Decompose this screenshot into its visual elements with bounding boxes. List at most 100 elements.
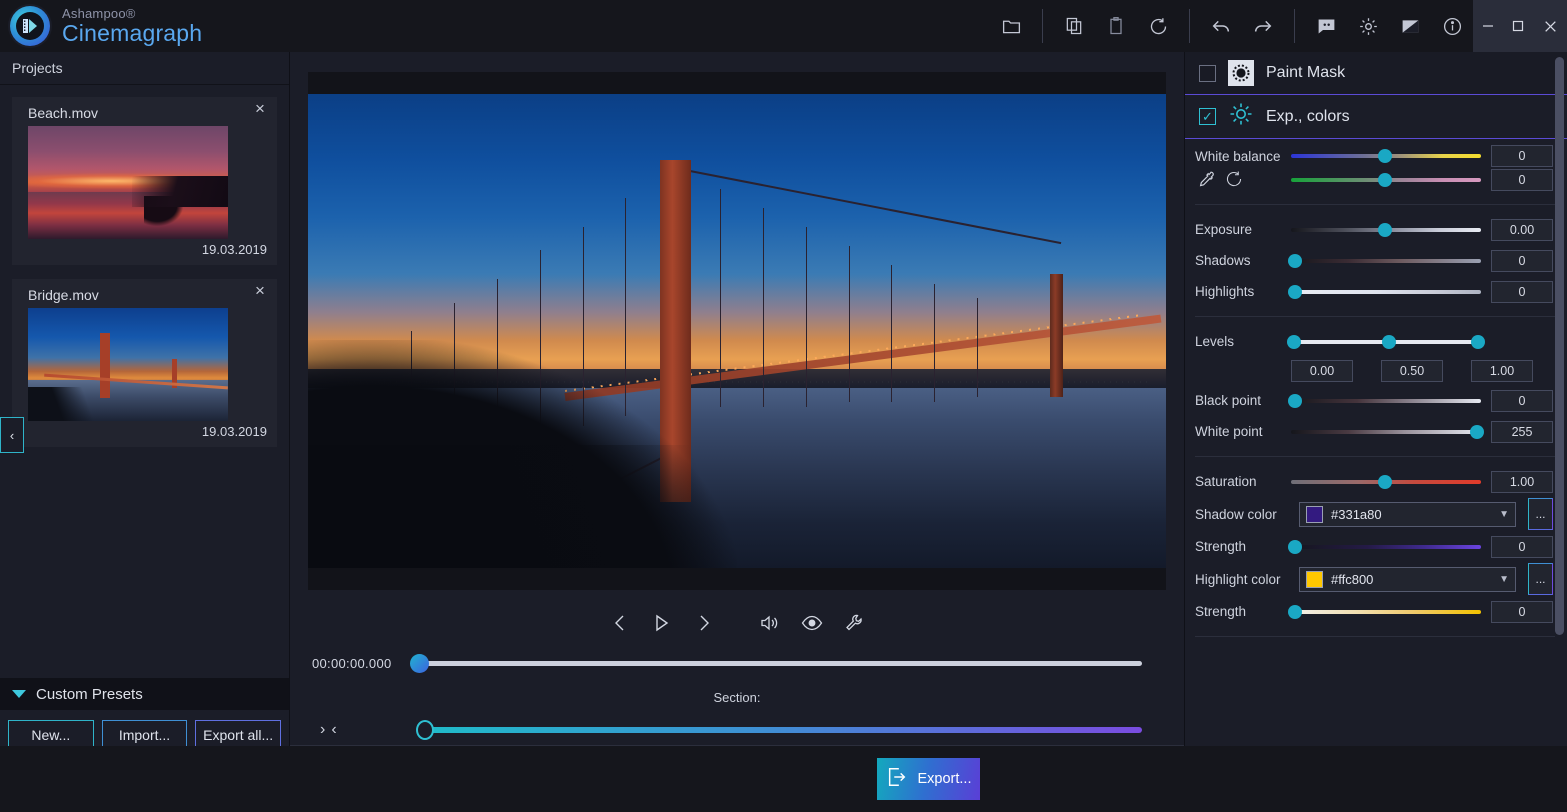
info-icon[interactable] <box>1431 0 1473 52</box>
slider-handle[interactable] <box>1288 605 1302 619</box>
custom-presets-buttons: New... Import... Export all... <box>0 710 289 750</box>
saturation-value[interactable]: 1.00 <box>1491 471 1553 493</box>
slider-handle[interactable] <box>1378 475 1392 489</box>
minimize-icon[interactable] <box>1473 0 1503 52</box>
section-start-marker-icon[interactable]: ‹ <box>331 721 336 739</box>
volume-icon[interactable] <box>756 609 784 637</box>
exposure-slider[interactable] <box>1291 228 1481 232</box>
shadow-strength-value[interactable]: 0 <box>1491 536 1553 558</box>
highlight-color-more-button[interactable]: ... <box>1528 563 1553 595</box>
play-icon[interactable] <box>648 609 676 637</box>
levels-black-value[interactable]: 0.00 <box>1291 360 1353 382</box>
shadow-strength-slider[interactable] <box>1291 545 1481 549</box>
white-balance-tint-slider[interactable] <box>1291 178 1481 182</box>
exp-colors-checkbox[interactable]: ✓ <box>1199 108 1216 125</box>
feedback-icon[interactable] <box>1305 0 1347 52</box>
exposure-value[interactable]: 0.00 <box>1491 219 1553 241</box>
export-button[interactable]: Export... <box>877 758 980 800</box>
chevron-down-icon[interactable]: ▼ <box>1499 509 1509 520</box>
highlights-label: Highlights <box>1195 284 1291 299</box>
divider-2 <box>1195 316 1555 317</box>
undo-icon[interactable] <box>1200 0 1242 52</box>
slider-handle[interactable] <box>1378 223 1392 237</box>
slider-handle[interactable] <box>1288 540 1302 554</box>
exposure-row: Exposure 0.00 <box>1185 214 1567 245</box>
paint-mask-checkbox[interactable] <box>1199 65 1216 82</box>
slider-handle[interactable] <box>1288 394 1302 408</box>
reset-icon[interactable] <box>1137 0 1179 52</box>
section-start-handle[interactable] <box>416 720 434 740</box>
slider-handle[interactable] <box>1288 254 1302 268</box>
section-range-slider[interactable] <box>418 727 1142 733</box>
white-point-value[interactable]: 255 <box>1491 421 1553 443</box>
shadows-value[interactable]: 0 <box>1491 250 1553 272</box>
slider-handle[interactable] <box>1470 425 1484 439</box>
saturation-slider[interactable] <box>1291 480 1481 484</box>
export-icon <box>886 766 908 792</box>
playhead-handle[interactable] <box>410 654 429 673</box>
black-point-value[interactable]: 0 <box>1491 390 1553 412</box>
highlights-value[interactable]: 0 <box>1491 281 1553 303</box>
levels-white-value[interactable]: 1.00 <box>1471 360 1533 382</box>
black-point-label: Black point <box>1195 393 1291 408</box>
maximize-icon[interactable] <box>1503 0 1533 52</box>
levels-row: Levels <box>1185 326 1567 357</box>
slider-handle[interactable] <box>1378 173 1392 187</box>
close-icon[interactable] <box>1533 0 1567 52</box>
levels-gamma-value[interactable]: 0.50 <box>1381 360 1443 382</box>
levels-slider[interactable] <box>1291 340 1481 344</box>
levels-black-handle[interactable] <box>1287 335 1301 349</box>
project-card-bridge[interactable]: Bridge.mov × 19.03.2019 <box>12 279 277 447</box>
highlight-strength-value[interactable]: 0 <box>1491 601 1553 623</box>
highlight-strength-slider[interactable] <box>1291 610 1481 614</box>
levels-gamma-handle[interactable] <box>1382 335 1396 349</box>
custom-presets-header[interactable]: Custom Presets <box>0 678 289 710</box>
close-icon[interactable]: × <box>251 100 269 118</box>
next-frame-icon[interactable] <box>690 609 718 637</box>
contrast-icon[interactable] <box>1389 0 1431 52</box>
highlight-color-label: Highlight color <box>1195 572 1291 587</box>
eyedropper-icon[interactable] <box>1197 170 1215 191</box>
highlight-color-select[interactable]: #ffc800 ▼ <box>1299 567 1516 592</box>
saturation-label: Saturation <box>1195 474 1291 489</box>
exp-colors-header[interactable]: ✓ Exp., colors <box>1185 95 1567 139</box>
sidebar-collapse-button[interactable]: ‹ <box>0 417 24 453</box>
white-balance-temp-slider[interactable] <box>1291 154 1481 158</box>
black-point-slider[interactable] <box>1291 399 1481 403</box>
levels-white-handle[interactable] <box>1471 335 1485 349</box>
slider-handle[interactable] <box>1288 285 1302 299</box>
timeline-scrubber[interactable] <box>412 661 1142 666</box>
shadows-slider[interactable] <box>1291 259 1481 263</box>
exposure-label: Exposure <box>1195 222 1291 237</box>
section-label: Section: <box>308 688 1166 705</box>
previous-frame-icon[interactable] <box>606 609 634 637</box>
section-range-block: Section: › ‹ <box>308 688 1166 744</box>
section-end-marker-icon[interactable]: › <box>320 721 325 739</box>
shadow-color-more-button[interactable]: ... <box>1528 498 1553 530</box>
paste-icon[interactable] <box>1095 0 1137 52</box>
levels-label: Levels <box>1195 334 1291 349</box>
preview-eye-icon[interactable] <box>798 609 826 637</box>
shadows-row: Shadows 0 <box>1185 245 1567 276</box>
tools-wrench-icon[interactable] <box>840 609 868 637</box>
bottom-bar: Export... <box>0 746 1567 812</box>
close-icon[interactable]: × <box>251 282 269 300</box>
chevron-down-icon[interactable]: ▼ <box>1499 574 1509 585</box>
white-balance-reset-icon[interactable] <box>1225 170 1243 191</box>
paint-mask-header[interactable]: Paint Mask <box>1185 52 1567 95</box>
project-date: 19.03.2019 <box>20 421 269 441</box>
effects-panel-scrollbar[interactable] <box>1555 57 1564 635</box>
open-folder-icon[interactable] <box>990 0 1032 52</box>
project-card-beach[interactable]: Beach.mov × 19.03.2019 <box>12 97 277 265</box>
highlight-color-row: Highlight color #ffc800 ▼ ... <box>1185 562 1567 596</box>
video-preview[interactable] <box>308 94 1166 568</box>
highlights-slider[interactable] <box>1291 290 1481 294</box>
settings-gear-icon[interactable] <box>1347 0 1389 52</box>
white-balance-temp-value[interactable]: 0 <box>1491 145 1553 167</box>
redo-icon[interactable] <box>1242 0 1284 52</box>
white-balance-tint-value[interactable]: 0 <box>1491 169 1553 191</box>
shadow-color-select[interactable]: #331a80 ▼ <box>1299 502 1516 527</box>
slider-handle[interactable] <box>1378 149 1392 163</box>
white-point-slider[interactable] <box>1291 430 1481 434</box>
copy-icon[interactable] <box>1053 0 1095 52</box>
